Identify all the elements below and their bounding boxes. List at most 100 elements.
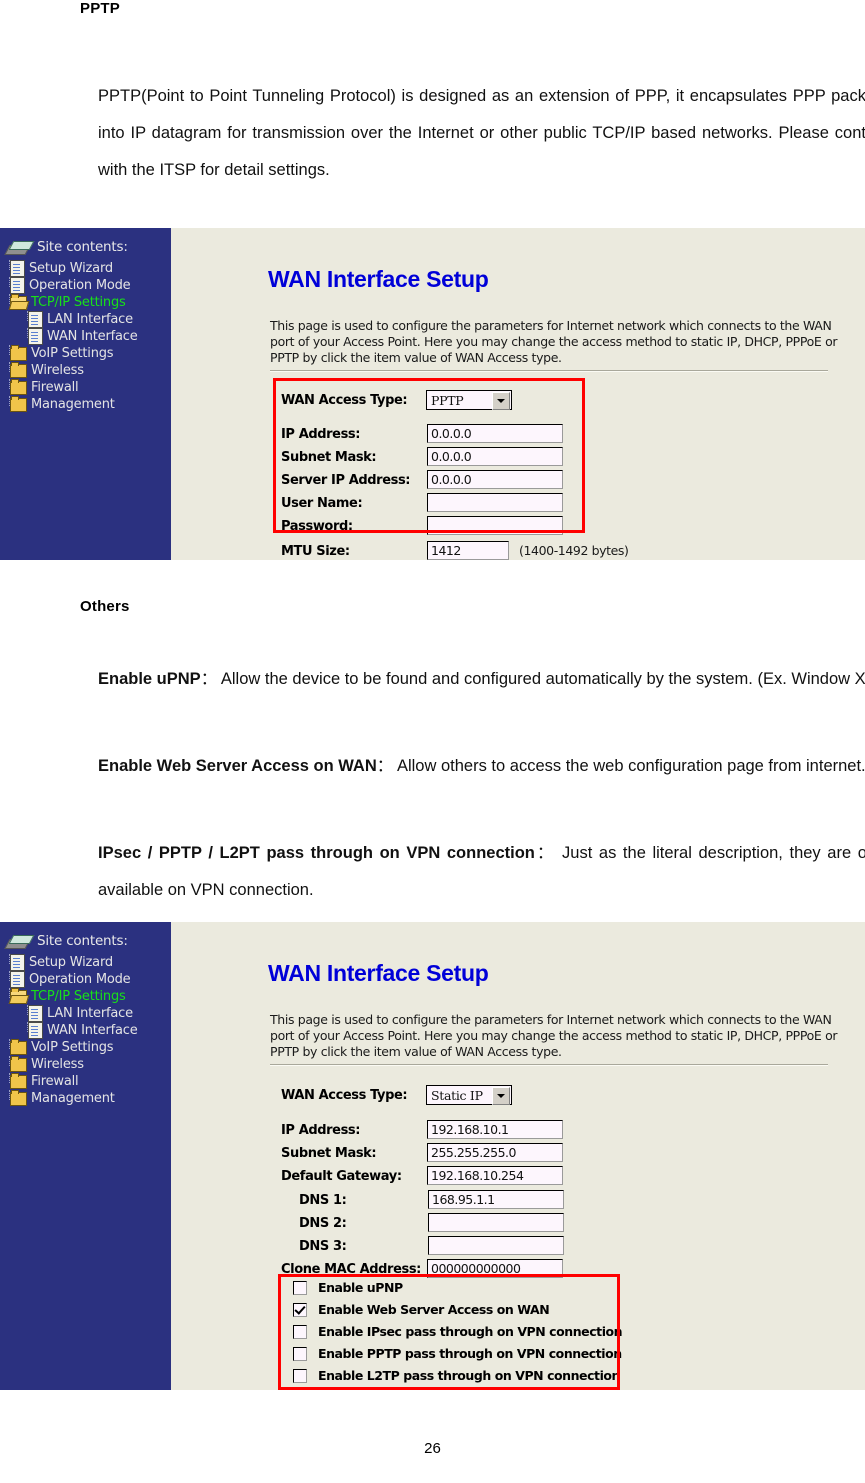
page-icon	[10, 954, 25, 971]
sidebar-item-wireless[interactable]: Wireless	[0, 1055, 171, 1073]
ip-address-label: IP Address:	[281, 427, 361, 442]
wan-access-type-row: WAN Access Type:	[281, 390, 408, 411]
sidebar-item-label: LAN Interface	[47, 312, 133, 327]
subnet-mask-label: Subnet Mask:	[281, 1146, 377, 1161]
subnet-mask-input[interactable]: 255.255.255.0	[427, 1143, 563, 1162]
checkbox-row-upnp[interactable]: Enable uPNP	[293, 1277, 403, 1298]
password-input[interactable]	[427, 516, 563, 535]
sidebar-item-voip-settings[interactable]: VoIP Settings	[0, 1038, 171, 1056]
cjk-colon: ：	[376, 756, 394, 775]
panel-heading: WAN Interface Setup	[268, 266, 489, 292]
checkbox-row-l2tp-passthrough[interactable]: Enable L2TP pass through on VPN connecti…	[293, 1365, 620, 1386]
site-contents-sidebar: Site contents: Setup Wizard Operation Mo…	[0, 228, 171, 560]
password-row: Password:	[281, 516, 353, 537]
dns1-input[interactable]: 168.95.1.1	[428, 1190, 564, 1209]
folder-open-icon	[10, 293, 27, 310]
sidebar-item-wan-interface[interactable]: WAN Interface	[0, 1022, 171, 1039]
checkbox-web-server-access[interactable]	[293, 1302, 307, 1317]
checkbox-label-upnp: Enable uPNP	[318, 1280, 403, 1295]
folder-icon	[10, 378, 27, 395]
others-term-upnp: Enable uPNP	[98, 670, 201, 688]
chevron-down-icon[interactable]	[492, 392, 510, 410]
others-desc-upnp: Allow the device to be found and configu…	[220, 670, 865, 688]
user-name-input[interactable]	[427, 493, 563, 512]
ip-address-input[interactable]: 0.0.0.0	[427, 424, 563, 443]
checkbox-pptp-passthrough[interactable]	[293, 1346, 307, 1361]
others-item-upnp: Enable uPNP： Allow the device to be foun…	[98, 660, 865, 698]
page-icon	[28, 1022, 43, 1039]
mtu-size-input[interactable]: 1412	[427, 541, 509, 560]
wan-access-type-select[interactable]: PPTP	[426, 390, 512, 410]
dns3-input[interactable]	[428, 1236, 564, 1255]
router-screenshot-pptp: Site contents: Setup Wizard Operation Mo…	[0, 228, 865, 560]
dns1-label: DNS 1:	[299, 1193, 347, 1208]
dns3-label: DNS 3:	[299, 1239, 347, 1254]
subnet-mask-row: Subnet Mask:	[281, 447, 377, 468]
dns2-row: DNS 2:	[299, 1213, 347, 1234]
sidebar-item-setup-wizard[interactable]: Setup Wizard	[0, 260, 171, 277]
password-label: Password:	[281, 519, 353, 534]
panel-divider	[270, 1064, 828, 1066]
sidebar-item-wireless[interactable]: Wireless	[0, 361, 171, 379]
sidebar-item-label: LAN Interface	[47, 1006, 133, 1021]
wan-access-type-value: Static IP	[431, 1087, 483, 1103]
checkbox-ipsec-passthrough[interactable]	[293, 1324, 307, 1339]
sidebar-item-lan-interface[interactable]: LAN Interface	[0, 1005, 171, 1022]
sidebar-item-tcpip-settings[interactable]: TCP/IP Settings	[0, 293, 171, 311]
panel-divider	[270, 370, 828, 372]
ip-address-input[interactable]: 192.168.10.1	[427, 1120, 563, 1139]
server-ip-address-input[interactable]: 0.0.0.0	[427, 470, 563, 489]
checkbox-label-ipsec-passthrough: Enable IPsec pass through on VPN connect…	[318, 1324, 623, 1339]
sidebar-item-firewall[interactable]: Firewall	[0, 378, 171, 396]
sidebar-item-label: Setup Wizard	[29, 261, 113, 276]
server-ip-address-label: Server IP Address:	[281, 473, 411, 488]
sidebar-item-label: TCP/IP Settings	[31, 295, 126, 310]
wan-access-type-select[interactable]: Static IP	[426, 1085, 512, 1105]
ip-address-label: IP Address:	[281, 1123, 361, 1138]
checkbox-label-pptp-passthrough: Enable PPTP pass through on VPN connecti…	[318, 1346, 622, 1361]
chevron-down-icon[interactable]	[492, 1087, 510, 1105]
folder-icon	[10, 344, 27, 361]
router-screenshot-static-ip: Site contents: Setup Wizard Operation Mo…	[0, 922, 865, 1390]
sidebar-item-management[interactable]: Management	[0, 395, 171, 413]
cjk-colon: ：	[534, 843, 556, 862]
sidebar-item-tcpip-settings[interactable]: TCP/IP Settings	[0, 987, 171, 1005]
checkbox-row-web-server-access[interactable]: Enable Web Server Access on WAN	[293, 1299, 550, 1320]
wan-access-type-label: WAN Access Type:	[281, 1088, 408, 1103]
sidebar-item-lan-interface[interactable]: LAN Interface	[0, 311, 171, 328]
panel-description: This page is used to configure the param…	[270, 1012, 838, 1059]
site-contents-title: Site contents:	[37, 933, 128, 949]
sidebar-item-label: Operation Mode	[29, 278, 131, 293]
folder-icon	[10, 1089, 27, 1106]
sidebar-item-voip-settings[interactable]: VoIP Settings	[0, 344, 171, 362]
sidebar-item-label: WAN Interface	[47, 1023, 138, 1038]
sidebar-item-label: Setup Wizard	[29, 955, 113, 970]
checkbox-row-pptp-passthrough[interactable]: Enable PPTP pass through on VPN connecti…	[293, 1343, 622, 1364]
clone-mac-address-label: Clone MAC Address:	[281, 1262, 421, 1277]
sidebar-item-wan-interface[interactable]: WAN Interface	[0, 328, 171, 345]
checkbox-row-ipsec-passthrough[interactable]: Enable IPsec pass through on VPN connect…	[293, 1321, 623, 1342]
sidebar-item-management[interactable]: Management	[0, 1089, 171, 1107]
default-gateway-label: Default Gateway:	[281, 1169, 402, 1184]
default-gateway-input[interactable]: 192.168.10.254	[427, 1166, 563, 1185]
folder-icon	[10, 395, 27, 412]
sidebar-item-setup-wizard[interactable]: Setup Wizard	[0, 954, 171, 971]
others-term-webserver: Enable Web Server Access on WAN	[98, 757, 377, 775]
wan-access-type-row: WAN Access Type:	[281, 1085, 408, 1106]
dns2-input[interactable]	[428, 1213, 564, 1232]
sidebar-item-firewall[interactable]: Firewall	[0, 1072, 171, 1090]
checkbox-upnp[interactable]	[293, 1280, 307, 1295]
clone-mac-address-input[interactable]: 000000000000	[427, 1259, 563, 1278]
checkbox-l2tp-passthrough[interactable]	[293, 1368, 307, 1383]
subnet-mask-label: Subnet Mask:	[281, 450, 377, 465]
sidebar-item-label: VoIP Settings	[31, 1040, 114, 1055]
panel-description: This page is used to configure the param…	[270, 318, 838, 365]
folder-icon	[10, 361, 27, 378]
sidebar-item-operation-mode[interactable]: Operation Mode	[0, 971, 171, 988]
default-gateway-row: Default Gateway:	[281, 1166, 402, 1187]
sidebar-item-operation-mode[interactable]: Operation Mode	[0, 277, 171, 294]
sidebar-item-label: Management	[31, 1091, 115, 1106]
checkbox-label-l2tp-passthrough: Enable L2TP pass through on VPN connecti…	[318, 1368, 620, 1383]
subnet-mask-input[interactable]: 0.0.0.0	[427, 447, 563, 466]
others-desc-webserver: Allow others to access the web configura…	[396, 757, 865, 775]
